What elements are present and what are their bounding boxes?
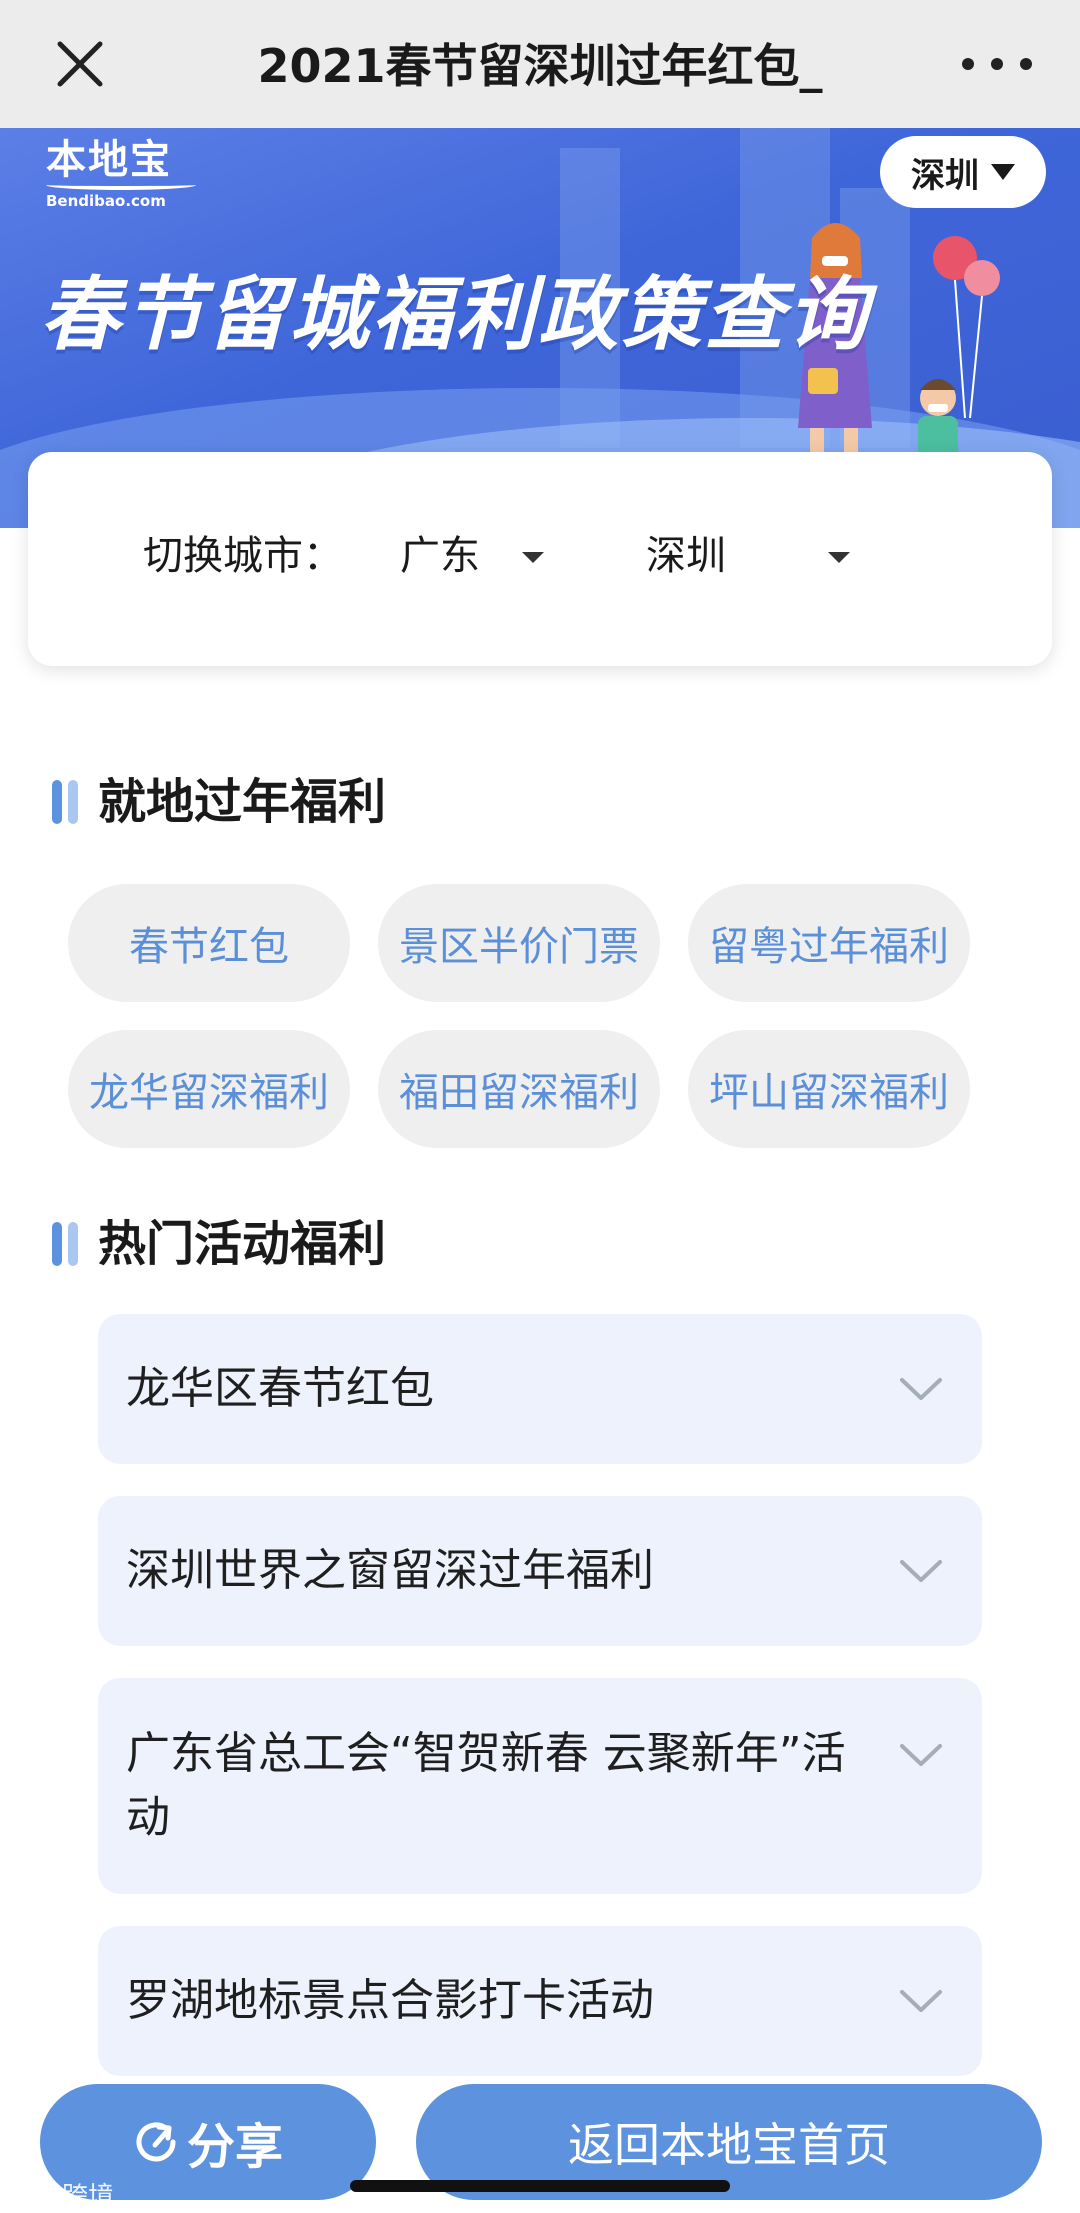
chip-spring-red-packet[interactable]: 春节红包 xyxy=(68,884,350,1002)
chevron-down-icon xyxy=(900,1378,942,1400)
accordion-item-label: 深圳世界之窗留深过年福利 xyxy=(126,1545,654,1596)
section-title-hot: 热门活动福利 xyxy=(52,1212,386,1276)
chip-half-price-tickets[interactable]: 景区半价门票 xyxy=(378,884,660,1002)
share-icon xyxy=(136,2122,176,2162)
share-button-label: 分享 xyxy=(186,2119,283,2175)
section-marker-icon xyxy=(52,780,84,824)
chip-guangdong-welfare[interactable]: 留粤过年福利 xyxy=(688,884,970,1002)
accordion-item[interactable]: 龙华区春节红包 xyxy=(98,1314,982,1464)
city-select[interactable]: 深圳 xyxy=(646,528,726,584)
more-icon[interactable] xyxy=(962,44,1032,84)
bendibao-logo: 本地宝 Bendibao.com xyxy=(46,138,206,218)
section-title-local: 就地过年福利 xyxy=(52,770,386,834)
home-indicator[interactable] xyxy=(350,2180,730,2192)
back-home-button-label: 返回本地宝首页 xyxy=(568,2118,890,2172)
close-icon[interactable] xyxy=(48,32,112,96)
section-marker-icon xyxy=(52,1222,84,1266)
switch-city-label: 切换城市： xyxy=(143,533,343,579)
city-caret-icon[interactable] xyxy=(828,552,850,563)
accordion-item[interactable]: 深圳世界之窗留深过年福利 xyxy=(98,1496,982,1646)
chip-pingshan-welfare[interactable]: 坪山留深福利 xyxy=(688,1030,970,1148)
chip-longhua-welfare[interactable]: 龙华留深福利 xyxy=(68,1030,350,1148)
watermark: 大数跨境 xyxy=(10,2182,115,2212)
province-caret-icon[interactable] xyxy=(522,552,544,563)
accordion-item-label: 龙华区春节红包 xyxy=(126,1363,434,1414)
accordion-item-label: 广东省总工会“智贺新春 云聚新年”活动 xyxy=(126,1728,846,1843)
province-select[interactable]: 广东 xyxy=(400,528,480,584)
top-nav-bar: 2021春节留深圳过年红包_ xyxy=(0,0,1080,128)
accordion-item[interactable]: 广东省总工会“智贺新春 云聚新年”活动 xyxy=(98,1678,982,1894)
logo-subtext: Bendibao.com xyxy=(46,192,166,210)
accordion-item-label: 罗湖地标景点合影打卡活动 xyxy=(126,1975,654,2026)
chip-futian-welfare[interactable]: 福田留深福利 xyxy=(378,1030,660,1148)
chevron-down-icon xyxy=(900,1990,942,2012)
section-title-hot-text: 热门活动福利 xyxy=(98,1216,387,1272)
chevron-down-icon xyxy=(900,1744,942,1766)
accordion-item[interactable]: 罗湖地标景点合影打卡活动 xyxy=(98,1926,982,2076)
city-switch-card: 切换城市： 广东 深圳 xyxy=(28,452,1052,666)
page-title: 2021春节留深圳过年红包_ xyxy=(257,39,823,93)
section-title-local-text: 就地过年福利 xyxy=(98,774,387,830)
banner-headline: 春节留城福利政策查询 xyxy=(40,268,870,361)
logo-text: 本地宝 xyxy=(46,137,172,183)
chevron-down-icon xyxy=(900,1560,942,1582)
